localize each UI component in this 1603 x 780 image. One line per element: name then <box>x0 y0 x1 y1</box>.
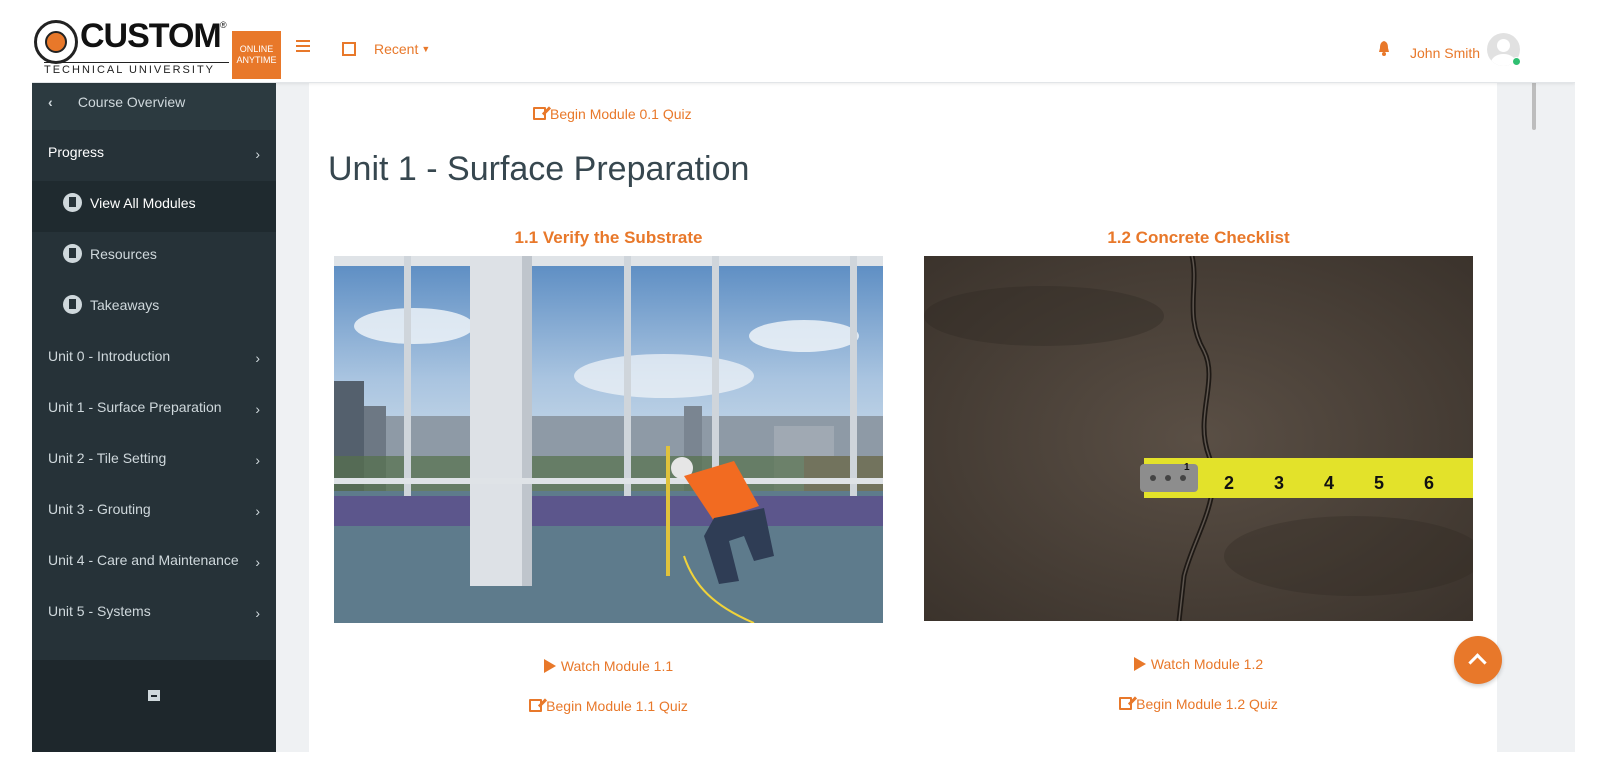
sidebar-item-unit-1[interactable]: Unit 1 - Surface Preparation › <box>32 385 276 436</box>
sidebar-item-unit-2[interactable]: Unit 2 - Tile Setting › <box>32 436 276 487</box>
begin-module-1-1-quiz-link[interactable]: Begin Module 1.1 Quiz <box>334 698 883 714</box>
document-icon <box>63 192 82 212</box>
sidebar-item-label: View All Modules <box>90 195 196 211</box>
sidebar-item-progress[interactable]: Progress › <box>32 130 276 181</box>
quiz-link-label: Begin Module 0.1 Quiz <box>550 106 692 122</box>
quiz-label: Begin Module 1.1 Quiz <box>546 698 688 714</box>
tape-number: 5 <box>1374 473 1384 493</box>
sidebar-item-unit-4[interactable]: Unit 4 - Care and Maintenance › <box>32 538 276 589</box>
edit-icon <box>529 699 543 712</box>
recent-label: Recent <box>374 41 419 57</box>
user-name[interactable]: John Smith <box>1410 45 1480 61</box>
sidebar-item-resources[interactable]: Resources <box>32 232 276 283</box>
logo-badge-line1: ONLINE <box>239 44 274 54</box>
quiz-label: Begin Module 1.2 Quiz <box>1136 696 1278 712</box>
logo-registered-mark: ® <box>220 20 227 30</box>
document-icon <box>63 243 82 263</box>
recent-dropdown[interactable]: Recent ▼ <box>374 41 430 57</box>
sidebar: ‹ Course Overview Progress › View All Mo… <box>32 82 276 752</box>
bell-icon[interactable] <box>1377 41 1391 57</box>
tape-number: 6 <box>1424 473 1434 493</box>
sidebar-item-label: Unit 3 - Grouting <box>48 501 151 517</box>
logo-badge: ONLINE ANYTIME <box>232 31 281 79</box>
chevron-right-icon: › <box>255 452 260 468</box>
hamburger-menu-icon[interactable] <box>296 40 310 52</box>
tape-number: 1 <box>1184 462 1190 473</box>
course-overview-label: Course Overview <box>77 94 186 110</box>
chevron-right-icon: › <box>255 350 260 366</box>
logo-badge-line2: ANYTIME <box>236 55 277 65</box>
tape-number: 2 <box>1224 473 1234 493</box>
document-icon <box>63 294 82 314</box>
fullscreen-icon[interactable] <box>342 42 356 56</box>
top-header: CUSTOM ® TECHNICAL UNIVERSITY ONLINE ANY… <box>32 0 1575 83</box>
logo-subtitle: TECHNICAL UNIVERSITY <box>44 62 229 76</box>
sidebar-item-view-all-modules[interactable]: View All Modules <box>32 181 276 232</box>
main-content: Begin Module 0.1 Quiz Unit 1 - Surface P… <box>309 82 1497 752</box>
sidebar-item-label: Takeaways <box>90 297 160 313</box>
page-scrollbar[interactable] <box>1529 66 1539 752</box>
watch-label: Watch Module 1.1 <box>560 658 674 674</box>
sidebar-footer <box>32 660 276 752</box>
sidebar-item-unit-3[interactable]: Unit 3 - Grouting › <box>32 487 276 538</box>
chevron-left-icon: ‹ <box>48 94 53 110</box>
worker-window-photo <box>334 256 883 623</box>
sidebar-item-label: Unit 0 - Introduction <box>48 348 171 364</box>
play-icon <box>1133 657 1146 671</box>
sidebar-item-label: Unit 1 - Surface Preparation <box>48 399 222 415</box>
watch-module-1-1-link[interactable]: Watch Module 1.1 <box>334 658 883 674</box>
chevron-right-icon: › <box>255 605 260 621</box>
sidebar-item-unit-0[interactable]: Unit 0 - Introduction › <box>32 334 276 385</box>
sidebar-item-takeaways[interactable]: Takeaways <box>32 283 276 334</box>
concrete-crack-photo: 1 2 3 4 5 6 <box>924 256 1473 621</box>
archive-icon[interactable] <box>148 690 160 701</box>
chevron-right-icon: › <box>255 503 260 519</box>
sidebar-item-label: Resources <box>90 246 157 262</box>
edit-icon <box>533 107 546 120</box>
back-to-top-button[interactable] <box>1454 636 1502 684</box>
begin-module-1-2-quiz-link[interactable]: Begin Module 1.2 Quiz <box>924 696 1473 712</box>
sidebar-item-label: Unit 4 - Care and Maintenance <box>48 552 239 568</box>
logo-seal <box>34 20 78 64</box>
logo-word: CUSTOM <box>80 17 222 55</box>
sidebar-item-label: Unit 2 - Tile Setting <box>48 450 167 466</box>
play-icon <box>543 659 556 673</box>
edit-icon <box>1119 697 1133 710</box>
course-overview-link[interactable]: ‹ Course Overview <box>32 82 276 130</box>
watch-label: Watch Module 1.2 <box>1150 656 1264 672</box>
sidebar-item-label: Progress <box>48 144 105 160</box>
module-1-2-thumbnail[interactable]: 1 2 3 4 5 6 <box>924 256 1473 621</box>
online-status-dot <box>1512 57 1521 66</box>
logo[interactable]: CUSTOM ® TECHNICAL UNIVERSITY ONLINE ANY… <box>32 17 282 79</box>
sidebar-item-label: Unit 5 - Systems <box>48 603 151 619</box>
chevron-right-icon: › <box>255 554 260 570</box>
module-1-1-title[interactable]: 1.1 Verify the Substrate <box>334 228 883 248</box>
app-window: CUSTOM ® TECHNICAL UNIVERSITY ONLINE ANY… <box>32 0 1575 752</box>
caret-down-icon: ▼ <box>421 44 431 54</box>
module-1-2-title[interactable]: 1.2 Concrete Checklist <box>924 228 1473 248</box>
tape-number: 4 <box>1324 473 1334 493</box>
chevron-right-icon: › <box>255 401 260 417</box>
unit-title: Unit 1 - Surface Preparation <box>328 150 750 188</box>
module-1-1-thumbnail[interactable] <box>334 256 883 623</box>
tape-number: 3 <box>1274 473 1284 493</box>
begin-module-0-1-quiz-link[interactable]: Begin Module 0.1 Quiz <box>533 106 692 122</box>
sidebar-item-unit-5[interactable]: Unit 5 - Systems › <box>32 589 276 640</box>
watch-module-1-2-link[interactable]: Watch Module 1.2 <box>924 656 1473 672</box>
chevron-right-icon: › <box>255 146 260 162</box>
